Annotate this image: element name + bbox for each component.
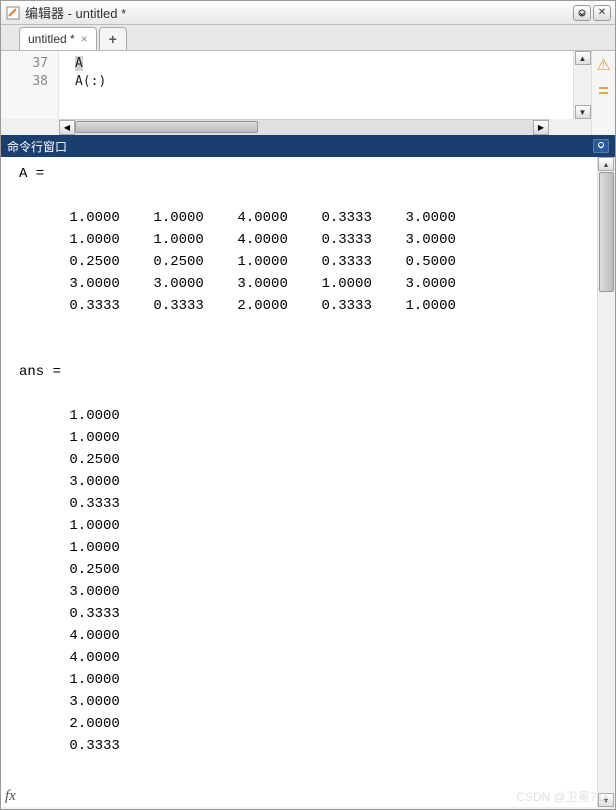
editor-code-area[interactable]: A A(:) bbox=[59, 51, 573, 119]
editor-hscrollbar[interactable]: ◀ ▶ bbox=[59, 119, 549, 135]
editor-title: 编辑器 - untitled * bbox=[25, 3, 573, 22]
code-line: A bbox=[75, 56, 83, 71]
tab-add-button[interactable]: + bbox=[99, 27, 127, 50]
fx-prompt-icon[interactable]: fx bbox=[5, 788, 16, 805]
command-window-title: 命令行窗口 bbox=[7, 138, 67, 155]
line-number: 37 bbox=[1, 55, 48, 73]
editor-status-strip: ⚠ = bbox=[591, 51, 615, 135]
scroll-left-icon[interactable]: ◀ bbox=[59, 120, 75, 135]
scroll-track[interactable] bbox=[598, 293, 615, 793]
command-output[interactable]: A = 1.0000 1.0000 4.0000 0.3333 3.0000 1… bbox=[1, 157, 597, 807]
scroll-down-icon[interactable]: ▼ bbox=[575, 105, 591, 119]
editor-titlebar: 编辑器 - untitled * ✕ bbox=[1, 1, 615, 25]
editor-close-button[interactable]: ✕ bbox=[593, 5, 611, 21]
scroll-up-icon[interactable]: ▴ bbox=[598, 157, 614, 171]
equals-icon: = bbox=[598, 81, 609, 102]
tab-close-icon[interactable]: × bbox=[81, 32, 88, 46]
command-window-titlebar: 命令行窗口 bbox=[1, 135, 615, 157]
line-number: 38 bbox=[1, 73, 48, 91]
editor-icon bbox=[5, 5, 21, 21]
editor-gutter: 37 38 bbox=[1, 51, 59, 119]
watermark: CSDN @卫冕711 bbox=[516, 788, 609, 805]
scroll-up-icon[interactable]: ▲ bbox=[575, 51, 591, 65]
tab-label: untitled * bbox=[28, 32, 75, 46]
editor-tabbar: untitled * × + bbox=[1, 25, 615, 51]
editor-tab[interactable]: untitled * × bbox=[19, 27, 97, 50]
editor-body: 37 38 A A(:) ▲ ▼ bbox=[1, 51, 591, 119]
editor-vscrollbar[interactable]: ▲ ▼ bbox=[573, 51, 591, 119]
warning-icon[interactable]: ⚠ bbox=[596, 55, 610, 75]
hscroll-thumb[interactable] bbox=[75, 121, 258, 133]
command-window-menu-dropdown[interactable] bbox=[593, 139, 609, 153]
scroll-right-icon[interactable]: ▶ bbox=[533, 120, 549, 135]
editor-menu-dropdown[interactable] bbox=[573, 5, 591, 21]
command-vscrollbar[interactable]: ▴ ▾ bbox=[597, 157, 615, 807]
code-line: A(:) bbox=[75, 73, 567, 91]
scroll-thumb[interactable] bbox=[599, 172, 614, 292]
command-window-body: A = 1.0000 1.0000 4.0000 0.3333 3.0000 1… bbox=[1, 157, 615, 807]
hscroll-track[interactable] bbox=[75, 120, 533, 135]
